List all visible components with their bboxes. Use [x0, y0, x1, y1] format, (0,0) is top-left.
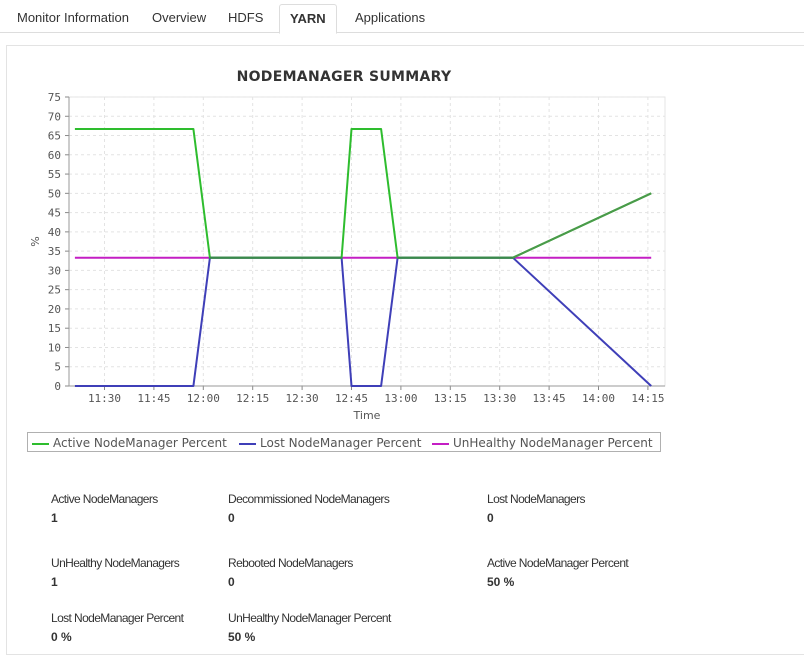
legend-label-lost: Lost NodeManager Percent [260, 436, 422, 450]
stat-label: Rebooted NodeManagers [228, 556, 353, 570]
stat-value: 0 [228, 511, 235, 525]
y-tick-label: 15 [48, 322, 61, 335]
x-tick-label: 14:15 [631, 392, 664, 405]
stat-rebooted-nodemanagers: Rebooted NodeManagers 0 [228, 556, 353, 589]
stat-unhealthy-nodemanager-percent: UnHealthy NodeManager Percent 50 % [228, 611, 391, 644]
stat-label: Active NodeManagers [51, 492, 158, 506]
legend-swatch-lost [239, 442, 256, 445]
stat-value: 1 [51, 575, 58, 589]
stat-label: UnHealthy NodeManagers [51, 556, 180, 570]
stat-label: Decommissioned NodeManagers [228, 492, 390, 506]
stat-label: Lost NodeManagers [487, 492, 585, 506]
stat-active-nodemanagers: Active NodeManagers 1 [51, 492, 158, 525]
y-axis-label: % [29, 236, 42, 246]
x-tick-label: 12:30 [286, 392, 319, 405]
stat-value: 0 [228, 575, 235, 589]
legend-item-unhealthy[interactable]: UnHealthy NodeManager Percent [432, 435, 653, 451]
chart-legend: Active NodeManager Percent Lost NodeMana… [27, 432, 661, 452]
stat-active-nodemanager-percent: Active NodeManager Percent 50 % [487, 556, 629, 589]
y-tick-label: 55 [48, 168, 61, 181]
y-tick-label: 5 [54, 361, 61, 374]
nodemanager-summary-chart: 0 5 10 15 20 25 30 35 40 45 50 55 60 65 70 75 11:30 11:45… [29, 91, 666, 422]
y-tick-label: 20 [48, 303, 61, 316]
x-tick-label: 14:00 [582, 392, 615, 405]
stat-value: 1 [51, 511, 58, 525]
y-tick-label: 45 [48, 207, 61, 220]
x-tick-label: 13:15 [434, 392, 467, 405]
y-tick-label: 70 [48, 110, 61, 123]
stat-value: 0 % [51, 630, 72, 644]
stat-value: 50 % [228, 630, 256, 644]
y-tick-label: 40 [48, 226, 61, 239]
legend-item-active[interactable]: Active NodeManager Percent [32, 435, 227, 451]
x-tick-label: 12:15 [236, 392, 269, 405]
y-tick-label: 25 [48, 284, 61, 297]
legend-label-active: Active NodeManager Percent [53, 436, 227, 450]
x-tick-label: 13:45 [533, 392, 566, 405]
y-tick-label: 75 [48, 91, 61, 104]
stat-unhealthy-nodemanagers: UnHealthy NodeManagers 1 [51, 556, 180, 589]
y-tick-label: 0 [54, 380, 61, 393]
stat-label: Lost NodeManager Percent [51, 611, 184, 625]
x-tick-label: 13:00 [384, 392, 417, 405]
y-tick-label: 60 [48, 149, 61, 162]
stat-lost-nodemanagers: Lost NodeManagers 0 [487, 492, 585, 525]
y-tick-label: 35 [48, 245, 61, 258]
stat-value: 0 [487, 511, 494, 525]
x-tick-label: 11:30 [88, 392, 121, 405]
legend-swatch-active [32, 442, 49, 445]
x-tick-label: 12:00 [187, 392, 220, 405]
stat-label: UnHealthy NodeManager Percent [228, 611, 391, 625]
legend-item-lost[interactable]: Lost NodeManager Percent [239, 435, 421, 451]
legend-swatch-unhealthy [432, 442, 449, 445]
y-tick-label: 10 [48, 341, 61, 354]
stat-decommissioned-nodemanagers: Decommissioned NodeManagers 0 [228, 492, 390, 525]
stat-lost-nodemanager-percent: Lost NodeManager Percent 0 % [51, 611, 184, 644]
x-tick-label: 12:45 [335, 392, 368, 405]
y-tick-label: 30 [48, 264, 61, 277]
stat-label: Active NodeManager Percent [487, 556, 629, 570]
y-tick-label: 50 [48, 187, 61, 200]
y-tick-label: 65 [48, 130, 61, 143]
plot-area [68, 96, 666, 387]
x-tick-label: 11:45 [137, 392, 170, 405]
x-tick-label: 13:30 [483, 392, 516, 405]
x-axis-label: Time [353, 409, 381, 422]
stat-value: 50 % [487, 575, 515, 589]
legend-label-unhealthy: UnHealthy NodeManager Percent [453, 436, 653, 450]
